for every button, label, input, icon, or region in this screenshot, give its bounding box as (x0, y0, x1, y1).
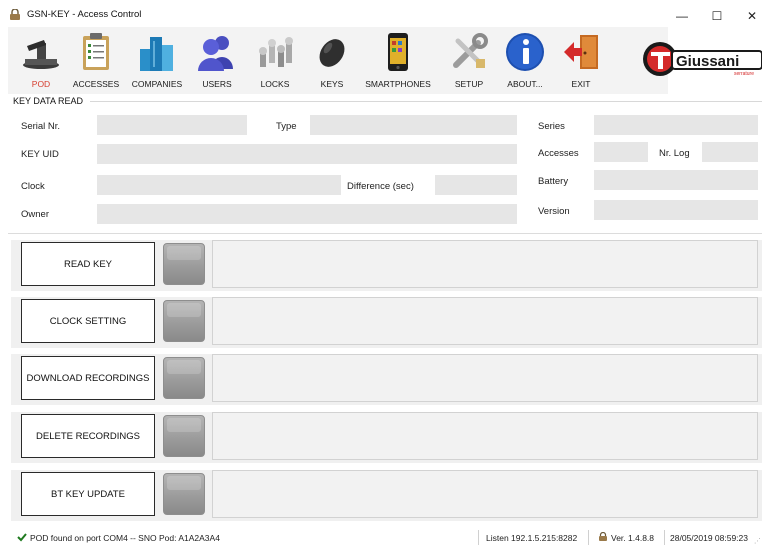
serial-label: Serial Nr. (21, 121, 61, 132)
toolbar-accesses[interactable]: ACCESSES (70, 27, 122, 94)
status-led (163, 243, 205, 285)
serial-field (97, 115, 247, 135)
nrlog-label: Nr. Log (659, 148, 690, 159)
exit-door-icon (564, 35, 598, 69)
section-divider (90, 101, 762, 102)
smartphone-icon (388, 33, 408, 71)
tools-icon (453, 33, 488, 68)
maximize-button[interactable]: ☐ (702, 6, 732, 26)
checkmark-icon (17, 533, 27, 542)
close-button[interactable]: ✕ (737, 6, 763, 26)
info-icon (506, 33, 544, 71)
main-toolbar: POD ACCESSES COMPANIES USERS LOCKS KEYS … (8, 27, 668, 94)
version-field (594, 200, 758, 220)
series-label: Series (538, 121, 565, 132)
status-message: POD found on port COM4 -- SNO Pod: A1A2A… (30, 533, 220, 543)
type-label: Type (276, 121, 297, 132)
toolbar-keys[interactable]: KEYS (312, 27, 352, 94)
status-led (163, 473, 205, 515)
logo-brand: Giussani (676, 53, 739, 70)
minimize-button[interactable]: — (667, 6, 697, 26)
toolbar-label: ABOUT... (507, 79, 543, 89)
toolbar-companies[interactable]: COMPANIES (126, 27, 188, 94)
delete-recordings-button[interactable]: DELETE RECORDINGS (21, 414, 155, 458)
clock-field (97, 175, 341, 195)
toolbar-label: USERS (202, 79, 232, 89)
accesses-label: Accesses (538, 148, 579, 159)
window-title: GSN-KEY - Access Control (27, 9, 142, 20)
operation-row-read-key: READ KEY (11, 240, 762, 291)
toolbar-label: EXIT (571, 79, 591, 89)
listen-address: Listen 192.1.5.215:8282 (486, 533, 578, 543)
status-divider (588, 530, 589, 545)
download-recordings-button[interactable]: DOWNLOAD RECORDINGS (21, 356, 155, 400)
datetime-text: 28/05/2019 08:59:23 (670, 533, 748, 543)
title-bar: GSN-KEY - Access Control — ☐ ✕ (0, 0, 763, 30)
operation-row-download-recordings: DOWNLOAD RECORDINGS (11, 354, 762, 405)
toolbar-label: ACCESSES (72, 79, 120, 89)
accesses-field (594, 142, 648, 162)
uid-label: KEY UID (21, 149, 59, 160)
status-led (163, 300, 205, 342)
nrlog-field (702, 142, 758, 162)
difference-label: Difference (sec) (347, 181, 414, 192)
toolbar-label: LOCKS (260, 79, 290, 89)
resize-grip[interactable]: ⋰ (754, 537, 761, 545)
app-version-icon (599, 532, 607, 541)
toolbar-about[interactable]: ABOUT... (502, 27, 548, 94)
toolbar-label: SMARTPHONES (365, 79, 431, 89)
logo-tagline: serrature (734, 71, 754, 77)
read-key-button[interactable]: READ KEY (21, 242, 155, 286)
toolbar-locks[interactable]: LOCKS (250, 27, 300, 94)
battery-field (594, 170, 758, 190)
type-field (310, 115, 517, 135)
toolbar-exit[interactable]: EXIT (559, 27, 603, 94)
section-title: KEY DATA READ (13, 96, 88, 106)
status-divider (664, 530, 665, 545)
app-icon (10, 9, 20, 20)
owner-label: Owner (21, 209, 49, 220)
battery-label: Battery (538, 176, 569, 187)
toolbar-users[interactable]: USERS (194, 27, 240, 94)
operation-output (212, 240, 758, 288)
operation-row-delete-recordings: DELETE RECORDINGS (11, 412, 762, 463)
section-separator (8, 233, 762, 234)
version-text: Ver. 1.4.8.8 (611, 533, 655, 543)
status-bar: POD found on port COM4 -- SNO Pod: A1A2A… (0, 526, 763, 548)
series-field (594, 115, 758, 135)
clock-setting-button[interactable]: CLOCK SETTING (21, 299, 155, 343)
owner-field (97, 204, 517, 224)
status-divider (478, 530, 479, 545)
buildings-icon (140, 37, 173, 71)
operation-row-clock-setting: CLOCK SETTING (11, 297, 762, 348)
operation-output (212, 470, 758, 518)
toolbar-pod[interactable]: POD (15, 27, 67, 94)
bt-key-update-button[interactable]: BT KEY UPDATE (21, 472, 155, 516)
giussani-logo: Giussani serrature (643, 42, 762, 77)
clipboard-icon (83, 33, 109, 70)
uid-field (97, 144, 517, 164)
key-fob-icon (319, 39, 345, 67)
difference-field (435, 175, 517, 195)
operation-output (212, 297, 758, 345)
toolbar-label: POD (31, 79, 51, 89)
pod-reader-icon (23, 40, 59, 69)
status-led (163, 415, 205, 457)
lock-cylinders-icon (259, 37, 293, 67)
toolbar-label: SETUP (454, 79, 484, 89)
version-label: Version (538, 206, 570, 217)
toolbar-label: COMPANIES (131, 79, 183, 89)
status-led (163, 357, 205, 399)
operation-row-bt-key-update: BT KEY UPDATE (11, 470, 762, 521)
toolbar-setup[interactable]: SETUP (446, 27, 492, 94)
toolbar-label: KEYS (320, 79, 344, 89)
operation-output (212, 412, 758, 460)
toolbar-smartphones[interactable]: SMARTPHONES (362, 27, 434, 94)
users-icon (198, 36, 233, 71)
clock-label: Clock (21, 181, 45, 192)
operation-output (212, 354, 758, 402)
